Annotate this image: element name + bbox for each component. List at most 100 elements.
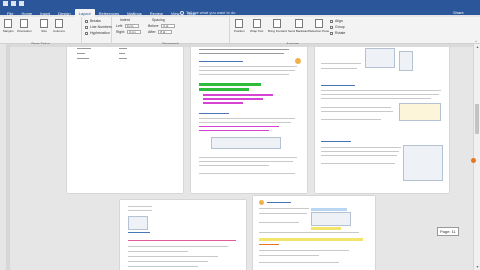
bring-forward-button[interactable]: Bring Forward <box>268 19 287 33</box>
size-icon <box>40 19 48 28</box>
text-line <box>128 266 198 267</box>
hyphenation-button[interactable]: Hyphenation <box>85 31 110 35</box>
bring-forward-icon <box>273 19 282 28</box>
text-line <box>321 119 381 120</box>
document-page <box>120 200 246 270</box>
breaks-button[interactable]: Breaks <box>85 19 101 23</box>
embedded-screenshot <box>128 216 148 230</box>
green-highlight <box>199 83 261 86</box>
heading-line <box>199 113 229 114</box>
text-line <box>321 98 431 99</box>
text-line <box>128 261 208 262</box>
group-paragraph: Indent Spacing Left: 0 cm Right: 0 cm Be… <box>112 17 230 46</box>
send-backward-button[interactable]: Send Backward <box>288 19 309 33</box>
rotate-button[interactable]: Rotate <box>330 31 345 35</box>
undo-icon[interactable] <box>11 1 16 6</box>
wrap-text-button[interactable]: Wrap Text <box>250 19 263 33</box>
text-line <box>259 255 319 256</box>
text-line <box>199 53 284 54</box>
breaks-icon <box>85 19 88 23</box>
heading-line <box>267 202 291 203</box>
align-button[interactable]: Align <box>330 19 343 23</box>
spacing-header: Spacing <box>152 18 165 22</box>
text-line <box>199 49 289 50</box>
ribbon-layout: Margins Orientation Size Columns Page Se… <box>0 17 480 46</box>
text-line <box>321 90 441 91</box>
tell-me-search[interactable]: Tell me what you want to do <box>180 10 235 15</box>
text-line <box>199 66 297 67</box>
indent-header: Indent <box>120 18 130 22</box>
text-line <box>321 147 401 148</box>
profile-badge <box>259 200 264 205</box>
group-icon <box>330 25 333 29</box>
selection-pane-button[interactable]: Selection Pane <box>309 19 329 33</box>
pink-text-line <box>199 126 279 127</box>
spacing-before: Before: 0 pt <box>148 24 176 28</box>
line-numbers-button[interactable]: Line Numbers <box>85 25 112 29</box>
share-button[interactable]: Share <box>453 10 464 15</box>
redo-icon[interactable] <box>19 1 24 6</box>
text-line <box>321 63 361 64</box>
yellow-highlight <box>259 238 363 241</box>
rotate-icon <box>330 31 333 35</box>
scroll-down-icon[interactable]: ▾ <box>475 265 480 269</box>
heading-line <box>321 85 355 86</box>
text-line <box>199 173 295 174</box>
save-icon[interactable] <box>3 1 8 6</box>
group-page-setup: Margins Orientation Size Columns Page Se… <box>0 17 82 46</box>
orange-text-line <box>259 244 279 245</box>
text-line <box>199 118 295 119</box>
text-line <box>77 53 85 54</box>
text-line <box>77 48 91 49</box>
text-line <box>199 70 295 71</box>
text-line <box>259 262 339 263</box>
group-objects-button[interactable]: Group <box>330 25 345 29</box>
text-line <box>259 208 309 209</box>
blue-text-line <box>128 232 150 233</box>
indent-left-input[interactable]: 0 cm <box>124 24 139 28</box>
document-area <box>10 47 473 270</box>
wrap-text-icon <box>252 19 261 28</box>
text-line <box>119 58 127 59</box>
text-line <box>321 111 393 112</box>
green-highlight <box>199 88 249 91</box>
document-page <box>67 47 183 193</box>
columns-icon <box>54 19 63 28</box>
position-button[interactable]: Position <box>234 19 245 33</box>
spacing-before-input[interactable]: 0 pt <box>161 24 176 28</box>
group-arrange: Position Wrap Text Bring Forward Send Ba… <box>230 17 480 46</box>
scroll-thumb[interactable] <box>475 104 479 134</box>
pink-text-line <box>128 240 236 241</box>
align-icon <box>330 19 333 23</box>
orientation-button[interactable]: Orientation <box>17 19 32 33</box>
text-line <box>128 210 152 211</box>
spacing-after-input[interactable]: 8 pt <box>158 30 173 34</box>
embedded-screenshot <box>365 48 395 68</box>
indent-right-input[interactable]: 0 cm <box>127 30 142 34</box>
text-line <box>321 107 391 108</box>
document-page <box>191 47 307 193</box>
text-line <box>119 53 125 54</box>
text-line <box>259 213 307 214</box>
position-icon <box>235 19 244 28</box>
columns-button[interactable]: Columns <box>53 19 65 33</box>
size-button[interactable]: Size <box>40 19 48 33</box>
scroll-up-icon[interactable]: ▴ <box>475 45 480 49</box>
text-line <box>199 161 293 162</box>
selection-pane-icon <box>315 19 324 28</box>
document-page <box>315 47 449 193</box>
embedded-screenshot <box>211 137 281 149</box>
text-line <box>128 251 188 252</box>
text-line <box>199 165 269 166</box>
text-line <box>119 48 127 49</box>
document-page <box>253 196 375 270</box>
margins-button[interactable]: Margins <box>3 19 14 33</box>
text-line <box>321 155 397 156</box>
yellow-highlight <box>311 227 341 230</box>
cursor-indicator <box>471 158 476 163</box>
pink-highlight <box>203 94 273 96</box>
embedded-screenshot <box>311 212 351 226</box>
text-line <box>321 151 399 152</box>
text-line <box>128 206 152 207</box>
vertical-scrollbar[interactable]: ▴ ▾ <box>473 44 480 270</box>
